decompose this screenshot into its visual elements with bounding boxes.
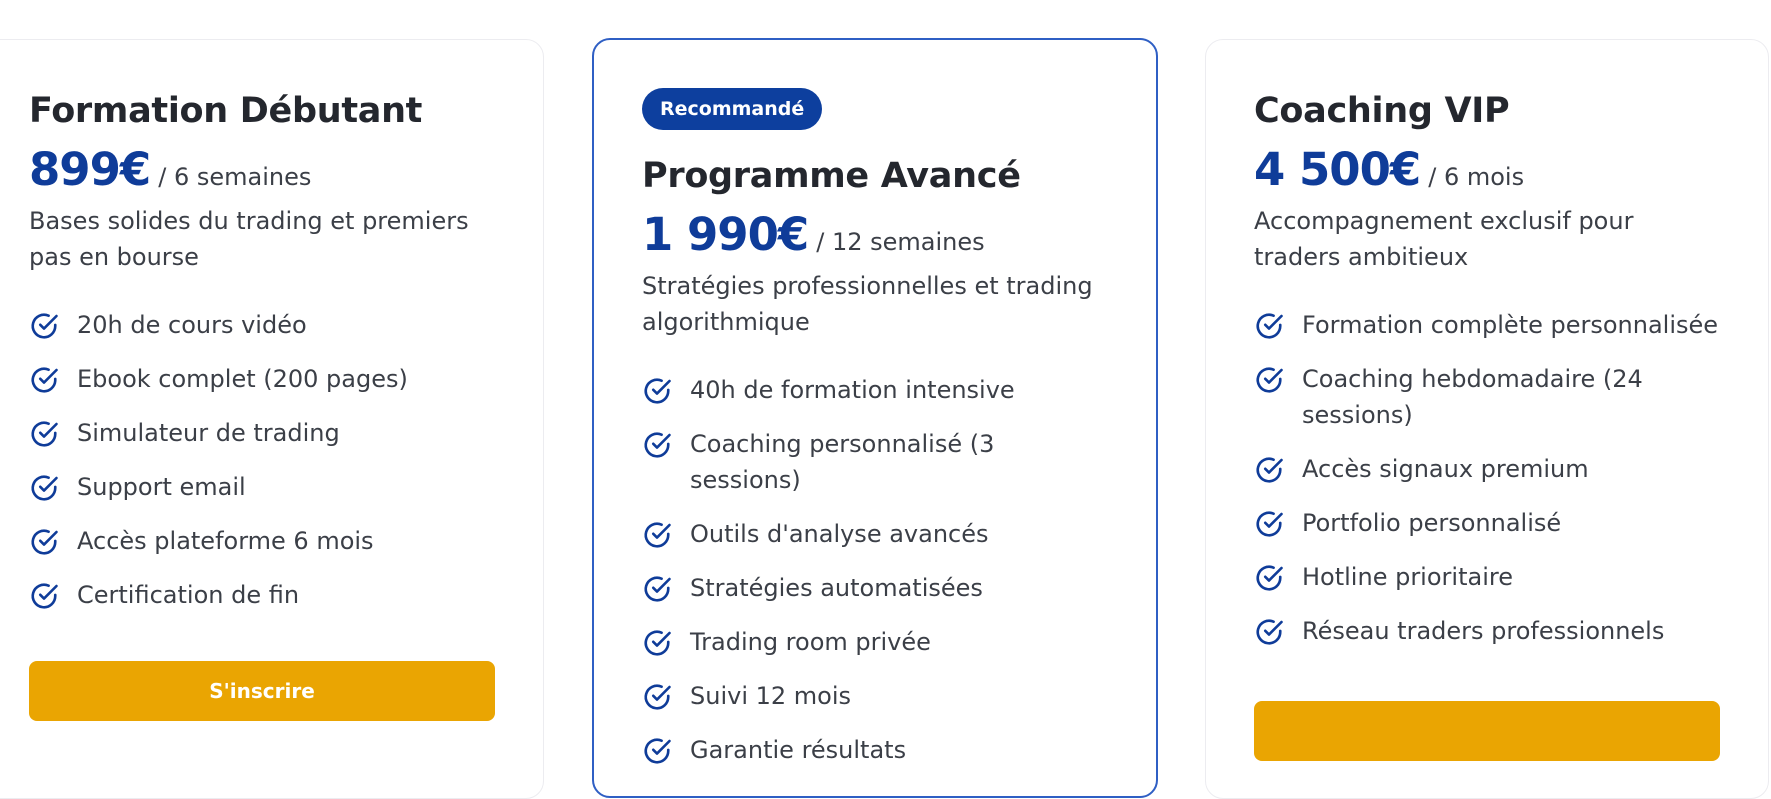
check-circle-icon [1254,455,1284,485]
feature-text: Accès signaux premium [1302,455,1589,483]
feature-text: 20h de cours vidéo [77,311,307,339]
feature-item: Réseau traders professionnels [1254,613,1720,649]
feature-text: 40h de formation intensive [690,376,1015,404]
plan-period: / 6 mois [1428,163,1525,191]
feature-text: Trading room privée [690,628,931,656]
feature-text: Formation complète personnalisée [1302,311,1719,339]
feature-item: Stratégies automatisées [642,570,1108,606]
check-circle-icon [1254,563,1284,593]
feature-item: Certification de fin [29,577,495,613]
feature-item: Coaching hebdomadaire (24 sessions) [1254,361,1720,433]
feature-text: Ebook complet (200 pages) [77,365,408,393]
feature-text: Coaching personnalisé (3 sessions) [690,430,995,494]
check-circle-icon [1254,509,1284,539]
feature-item: Ebook complet (200 pages) [29,361,495,397]
plan-period: / 6 semaines [158,163,312,191]
check-circle-icon [642,682,672,712]
feature-item: Accès plateforme 6 mois [29,523,495,559]
plan-title: Programme Avancé [642,156,1021,196]
feature-item: Support email [29,469,495,505]
check-circle-icon [642,376,672,406]
check-circle-icon [642,430,672,460]
signup-button[interactable] [1254,701,1720,761]
feature-item: Simulateur de trading [29,415,495,451]
price-row: 1 990€/ 12 semaines [642,206,1108,264]
feature-text: Garantie résultats [690,736,907,764]
feature-text: Portfolio personnalisé [1302,509,1562,537]
check-circle-icon [1254,311,1284,341]
plan-title: Coaching VIP [1254,91,1510,131]
signup-button[interactable]: S'inscrire [29,661,495,721]
feature-list: 40h de formation intensive Coaching perso… [642,372,1108,768]
plan-description: Bases solides du trading et premiers pas… [29,207,469,271]
pricing-card-debutant: Formation Débutant 899€/ 6 semaines Base… [0,39,544,799]
feature-item: Trading room privée [642,624,1108,660]
plan-price: 4 500€ [1254,143,1421,196]
pricing-card-avance: Recommandé Programme Avancé 1 990€/ 12 s… [592,38,1158,798]
feature-item: 20h de cours vidéo [29,307,495,343]
plan-title: Formation Débutant [29,91,423,131]
price-row: 4 500€/ 6 mois [1254,141,1720,199]
feature-text: Outils d'analyse avancés [690,520,989,548]
feature-item: Outils d'analyse avancés [642,516,1108,552]
feature-item: Portfolio personnalisé [1254,505,1720,541]
plan-description: Stratégies professionnelles et trading a… [642,272,1093,336]
price-row: 899€/ 6 semaines [29,141,495,199]
feature-item: Suivi 12 mois [642,678,1108,714]
feature-item: Accès signaux premium [1254,451,1720,487]
plan-price: 1 990€ [642,208,809,261]
check-circle-icon [1254,365,1284,395]
feature-text: Support email [77,473,246,501]
feature-text: Coaching hebdomadaire (24 sessions) [1302,365,1643,429]
feature-text: Certification de fin [77,581,300,609]
check-circle-icon [642,574,672,604]
plan-description: Accompagnement exclusif pour traders amb… [1254,207,1634,271]
check-circle-icon [29,473,59,503]
recommended-badge: Recommandé [642,88,823,130]
feature-item: Coaching personnalisé (3 sessions) [642,426,1108,498]
feature-item: Hotline prioritaire [1254,559,1720,595]
check-circle-icon [29,365,59,395]
check-circle-icon [29,527,59,557]
feature-list: Formation complète personnalisée Coaching… [1254,307,1720,649]
check-circle-icon [642,520,672,550]
check-circle-icon [642,628,672,658]
feature-text: Stratégies automatisées [690,574,983,602]
feature-text: Suivi 12 mois [690,682,852,710]
feature-text: Accès plateforme 6 mois [77,527,374,555]
check-circle-icon [29,419,59,449]
feature-item: 40h de formation intensive [642,372,1108,408]
pricing-card-vip: Coaching VIP 4 500€/ 6 mois Accompagneme… [1205,39,1769,799]
check-circle-icon [29,311,59,341]
check-circle-icon [1254,617,1284,647]
check-circle-icon [29,581,59,611]
feature-item: Garantie résultats [642,732,1108,768]
feature-text: Hotline prioritaire [1302,563,1513,591]
feature-text: Réseau traders professionnels [1302,617,1665,645]
plan-period: / 12 semaines [816,228,985,256]
feature-item: Formation complète personnalisée [1254,307,1720,343]
feature-text: Simulateur de trading [77,419,340,447]
plan-price: 899€ [29,143,151,196]
feature-list: 20h de cours vidéo Ebook complet (200 pag… [29,307,495,613]
check-circle-icon [642,736,672,766]
